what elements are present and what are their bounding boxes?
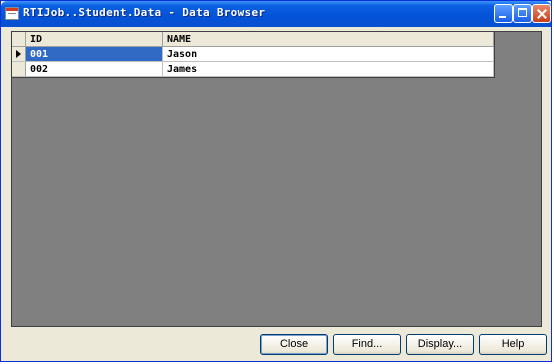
row-indicator[interactable]: [12, 62, 26, 77]
maximize-button[interactable]: [513, 4, 532, 23]
close-window-button[interactable]: [532, 4, 551, 23]
column-header-id[interactable]: ID: [26, 32, 163, 47]
table-row[interactable]: 001 Jason: [12, 47, 494, 62]
row-indicator[interactable]: [12, 47, 26, 62]
current-row-arrow-icon: [16, 50, 21, 58]
table-row[interactable]: 002 James: [12, 62, 494, 77]
row-indicator-header: [12, 32, 26, 47]
minimize-button[interactable]: [494, 4, 513, 23]
table-window-icon[interactable]: [5, 7, 19, 20]
cell-id[interactable]: 001: [26, 47, 163, 62]
data-area: ID NAME 001 Jason 002 James: [11, 31, 542, 327]
find-button[interactable]: Find...: [333, 334, 401, 355]
help-button[interactable]: Help: [479, 334, 547, 355]
cell-name[interactable]: James: [163, 62, 494, 77]
cell-id[interactable]: 002: [26, 62, 163, 77]
data-browser-window: RTIJob..Student.Data - Data Browser ID N…: [0, 0, 552, 362]
column-header-name[interactable]: NAME: [163, 32, 494, 47]
window-title: RTIJob..Student.Data - Data Browser: [23, 6, 266, 19]
title-bar[interactable]: RTIJob..Student.Data - Data Browser: [1, 1, 551, 27]
grid-header-row: ID NAME: [12, 32, 494, 47]
display-button[interactable]: Display...: [406, 334, 474, 355]
data-grid[interactable]: ID NAME 001 Jason 002 James: [12, 32, 495, 78]
close-button[interactable]: Close: [260, 334, 328, 355]
cell-name[interactable]: Jason: [163, 47, 494, 62]
